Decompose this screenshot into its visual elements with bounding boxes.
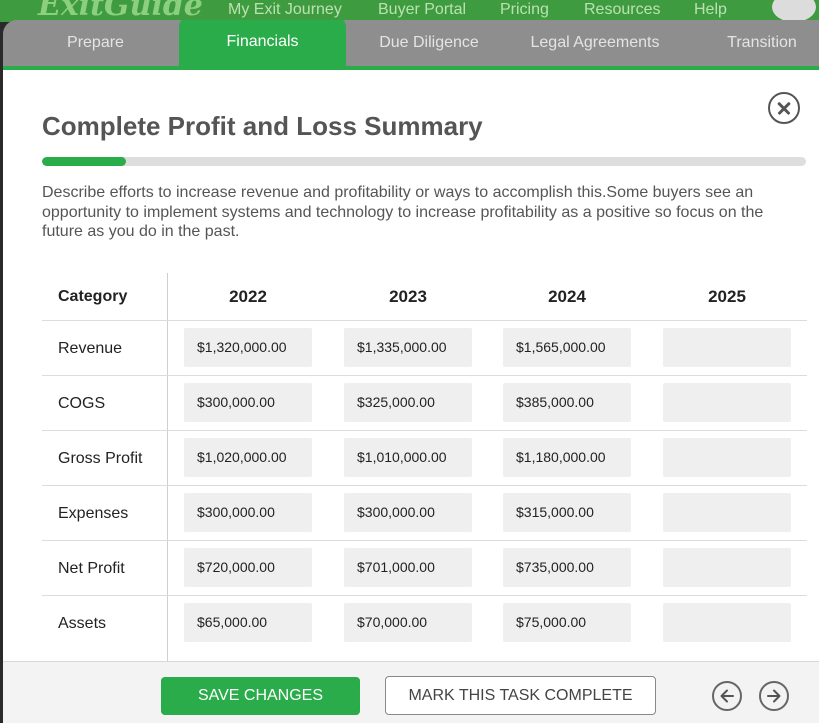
- year-header: 2022: [229, 287, 267, 306]
- table-row: Gross Profit $1,020,000.00 $1,010,000.00 $1…: [42, 430, 807, 486]
- exitguide-logo[interactable]: ExitGuide: [38, 0, 203, 22]
- progress-bar: [42, 157, 806, 166]
- year-header: 2024: [548, 287, 586, 306]
- value-input-2025[interactable]: [663, 438, 791, 477]
- modal-footer: SAVE CHANGES MARK THIS TASK COMPLETE: [3, 661, 819, 723]
- close-icon[interactable]: [768, 92, 800, 124]
- arrow-left-icon[interactable]: [712, 681, 742, 711]
- value-input-2024[interactable]: $1,180,000.00: [503, 438, 631, 477]
- value-input-2022[interactable]: $65,000.00: [184, 603, 312, 642]
- tab-transition[interactable]: Transition: [678, 20, 819, 66]
- modal-panel: Complete Profit and Loss Summary Describ…: [3, 70, 819, 723]
- tab-financials[interactable]: Financials: [179, 20, 346, 66]
- value-input-2022[interactable]: $720,000.00: [184, 548, 312, 587]
- table-row: Assets $65,000.00 $70,000.00 $75,000.00: [42, 595, 807, 651]
- nav-link-resources[interactable]: Resources: [584, 1, 660, 19]
- table-row: Revenue $1,320,000.00 $1,335,000.00 $1,565,…: [42, 320, 807, 376]
- value-input-2024[interactable]: $385,000.00: [503, 383, 631, 422]
- value-input-2024[interactable]: $315,000.00: [503, 493, 631, 532]
- row-category-label: Revenue: [58, 340, 123, 357]
- value-input-2025[interactable]: [663, 493, 791, 532]
- task-description: Describe efforts to increase revenue and…: [42, 184, 764, 240]
- table-row: COGS $300,000.00 $325,000.00 $385,000.00: [42, 375, 807, 431]
- value-input-2022[interactable]: $1,320,000.00: [184, 328, 312, 367]
- table-row: Net Profit $720,000.00 $701,000.00 $735,000…: [42, 540, 807, 596]
- value-input-2025[interactable]: [663, 548, 791, 587]
- mark-complete-button[interactable]: MARK THIS TASK COMPLETE: [385, 676, 656, 715]
- value-input-2025[interactable]: [663, 603, 791, 642]
- value-input-2023[interactable]: $300,000.00: [344, 493, 472, 532]
- row-category-label: Assets: [58, 615, 107, 632]
- save-changes-button[interactable]: SAVE CHANGES: [161, 677, 360, 715]
- table-row: Expenses $300,000.00 $300,000.00 $315,000.0…: [42, 485, 807, 541]
- value-input-2025[interactable]: [663, 328, 791, 367]
- value-input-2022[interactable]: $300,000.00: [184, 493, 312, 532]
- value-input-2024[interactable]: $75,000.00: [503, 603, 631, 642]
- row-category-label: Expenses: [58, 505, 129, 522]
- progress-bar-fill: [42, 157, 127, 166]
- nav-link-my-exit-journey[interactable]: My Exit Journey: [228, 1, 342, 19]
- year-header: 2025: [708, 287, 746, 306]
- page-title: Complete Profit and Loss Summary: [42, 111, 483, 141]
- value-input-2023[interactable]: $325,000.00: [344, 383, 472, 422]
- nav-link-buyer-portal[interactable]: Buyer Portal: [378, 1, 466, 19]
- row-category-label: Gross Profit: [58, 450, 143, 467]
- top-navigation-bar: ExitGuide My Exit Journey Buyer Portal P…: [0, 0, 819, 22]
- arrow-right-icon[interactable]: [759, 681, 789, 711]
- row-category-label: COGS: [58, 395, 106, 412]
- value-input-2022[interactable]: $1,020,000.00: [184, 438, 312, 477]
- tab-legal-agreements[interactable]: Legal Agreements: [512, 20, 678, 66]
- category-header: Category: [58, 288, 128, 305]
- value-input-2024[interactable]: $1,565,000.00: [503, 328, 631, 367]
- tab-due-diligence[interactable]: Due Diligence: [346, 20, 512, 66]
- tab-prepare[interactable]: Prepare: [3, 20, 188, 66]
- user-avatar[interactable]: [772, 0, 816, 22]
- task-window: Prepare Financials Due Diligence Legal A…: [3, 20, 819, 723]
- nav-link-pricing[interactable]: Pricing: [500, 1, 549, 19]
- value-input-2024[interactable]: $735,000.00: [503, 548, 631, 587]
- value-input-2023[interactable]: $701,000.00: [344, 548, 472, 587]
- value-input-2023[interactable]: $70,000.00: [344, 603, 472, 642]
- value-input-2023[interactable]: $1,010,000.00: [344, 438, 472, 477]
- profit-loss-table: Category 2022 2023 2024 2025 Revenue $1,320,0…: [42, 273, 807, 661]
- value-input-2025[interactable]: [663, 383, 791, 422]
- year-header: 2023: [389, 287, 427, 306]
- value-input-2022[interactable]: $300,000.00: [184, 383, 312, 422]
- nav-link-help[interactable]: Help: [694, 1, 727, 19]
- value-input-2023[interactable]: $1,335,000.00: [344, 328, 472, 367]
- row-category-label: Net Profit: [58, 560, 125, 577]
